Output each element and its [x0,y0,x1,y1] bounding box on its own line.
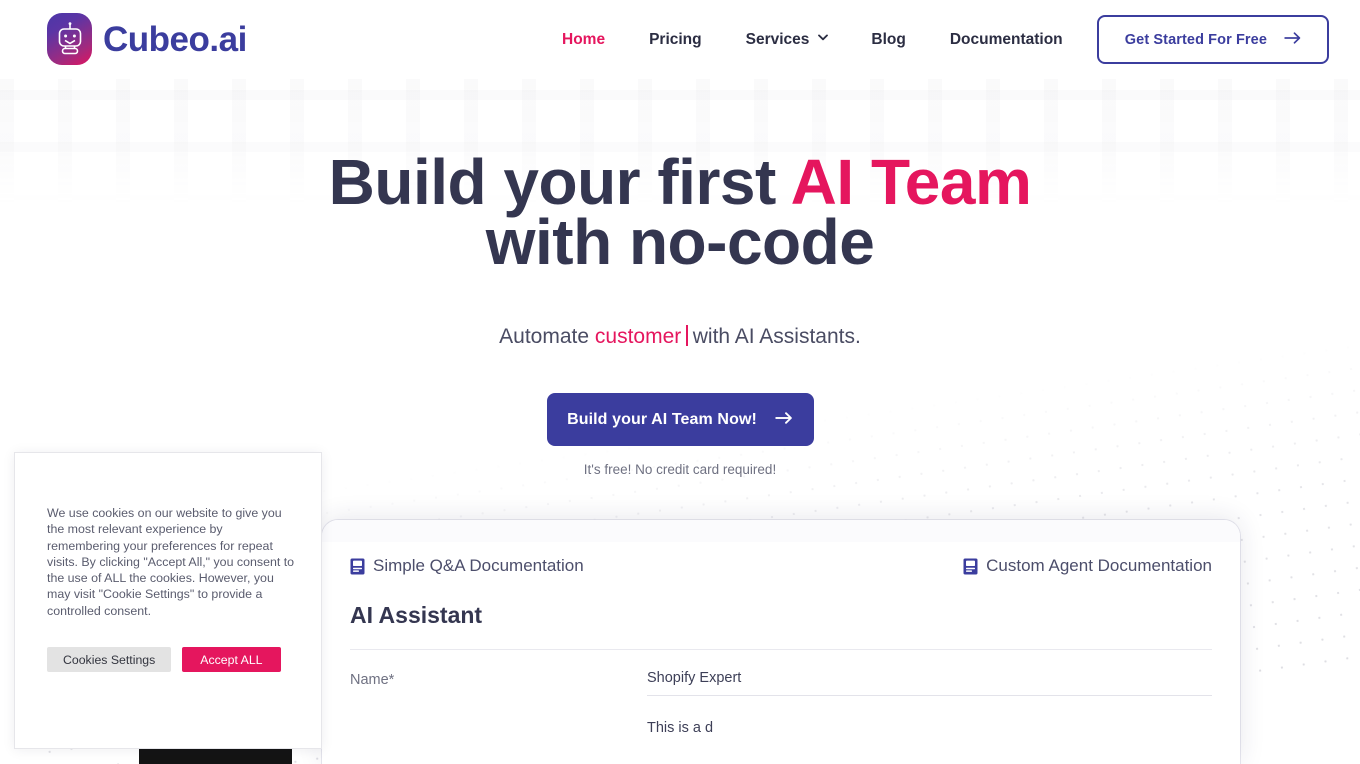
documentation-links: Simple Q&A Documentation Custom Agent Do… [322,542,1240,576]
description-input-partial[interactable]: This is a d [647,720,1212,736]
card-title: AI Assistant [350,602,483,628]
hero-content: Build your first AI Team with no-code Au… [0,79,1360,477]
get-started-label: Get Started For Free [1124,31,1267,48]
doc-link-custom-agent[interactable]: Custom Agent Documentation [963,556,1212,576]
build-ai-team-label: Build your AI Team Now! [567,410,757,428]
hero-subtitle-prefix: Automate [499,325,595,348]
chevron-down-icon [818,34,829,43]
cookie-actions: Cookies Settings Accept ALL [15,619,321,673]
cookie-message: We use cookies on our website to give yo… [47,506,295,618]
cookies-settings-button[interactable]: Cookies Settings [47,647,172,673]
book-icon [963,558,978,575]
nav-item-blog[interactable]: Blog [849,0,927,79]
page-title: Build your first AI Team with no-code [0,150,1360,278]
nav-label-home: Home [562,31,606,48]
hero-title-line2: with no-code [485,206,875,278]
card-top-rail [322,520,1240,542]
get-started-free-button[interactable]: Get Started For Free [1096,15,1329,64]
name-input[interactable]: Shopify Expert [647,670,1212,696]
arrow-right-icon [1284,31,1301,48]
landing-page: Cubeo.ai Home Pricing Services Blog Docu… [0,0,1360,764]
arrow-right-icon [775,411,793,429]
form-row-description: This is a d [322,696,1240,736]
brand-logo[interactable]: Cubeo.ai [47,13,247,65]
doc-link-label: Custom Agent Documentation [986,556,1212,575]
cookie-consent-banner: We use cookies on our website to give yo… [14,452,322,749]
nav-label-blog: Blog [871,31,906,48]
doc-link-label: Simple Q&A Documentation [373,556,584,575]
site-header: Cubeo.ai Home Pricing Services Blog Docu… [0,0,1360,79]
dark-strip-decoration [139,748,292,764]
brand-name: Cubeo.ai [103,19,247,59]
hero-subtitle: Automate customer with AI Assistants. [0,325,1360,349]
nav-item-home[interactable]: Home [540,0,627,79]
form-row-name: Name* Shopify Expert [322,650,1240,696]
hero-subtitle-typed-word: customer [594,325,682,348]
nav-item-documentation[interactable]: Documentation [928,0,1085,79]
form-label-name: Name* [350,672,395,688]
nav-item-services[interactable]: Services [724,0,850,79]
nav-label-services: Services [745,31,810,48]
doc-link-simple-qa[interactable]: Simple Q&A Documentation [350,556,584,576]
robot-cube-icon [47,13,92,65]
hero-subtitle-suffix: with AI Assistants. [692,325,861,348]
build-ai-team-button[interactable]: Build your AI Team Now! [546,393,814,446]
typing-caret [686,325,688,346]
form-field-name[interactable]: Shopify Expert [647,670,1212,696]
main-navigation: Home Pricing Services Blog Documentation [540,0,1085,79]
nav-label-pricing: Pricing [649,31,702,48]
nav-label-documentation: Documentation [949,31,1063,48]
accept-all-cookies-button[interactable]: Accept ALL [182,647,281,673]
book-icon [350,558,365,575]
nav-item-pricing[interactable]: Pricing [627,0,724,79]
product-preview-card: Simple Q&A Documentation Custom Agent Do… [322,520,1240,764]
